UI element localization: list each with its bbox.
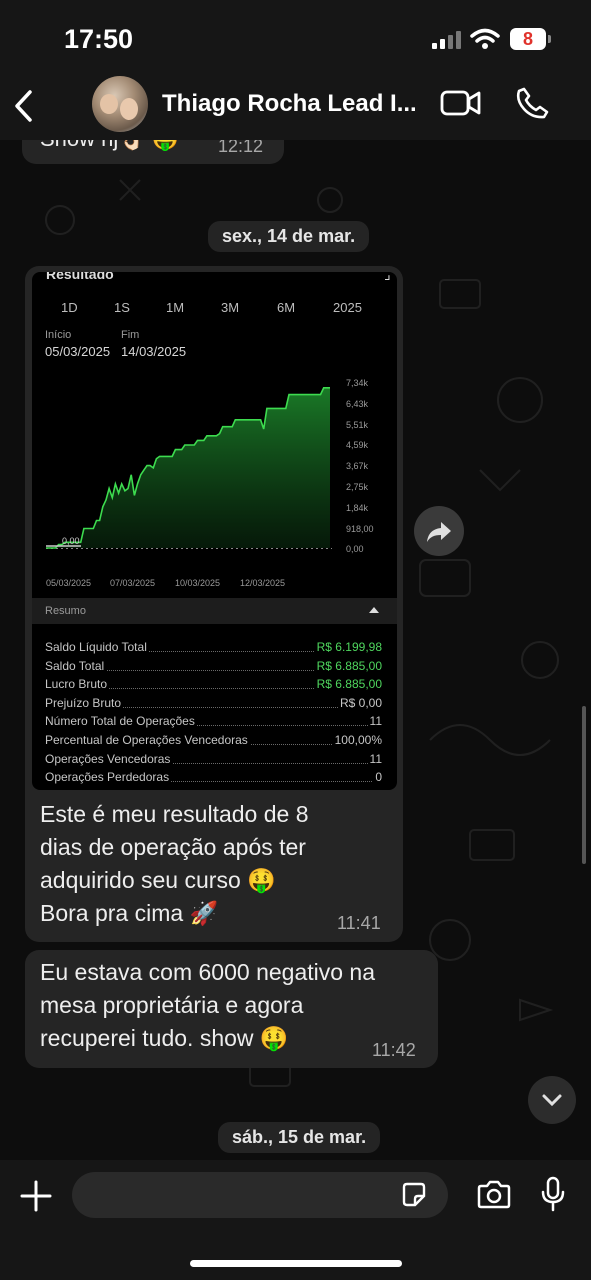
message-input[interactable]: [72, 1172, 448, 1218]
caption-text: Este é meu resultado de 8 dias de operaç…: [40, 798, 309, 930]
summary-row-value: R$ 6.885,00: [314, 677, 382, 692]
summary-row-label: Operações Perdedoras: [45, 770, 172, 785]
tab-1s[interactable]: 1S: [114, 300, 130, 315]
tab-2025[interactable]: 2025: [333, 300, 362, 315]
summary-row: Saldo Líquido Total R$ 6.199,98: [45, 640, 382, 658]
summary-row-value: R$ 0,00: [337, 695, 382, 710]
sticker-icon[interactable]: [400, 1181, 428, 1209]
end-label: Fim: [121, 329, 140, 341]
x-tick-label: 10/03/2025: [175, 578, 221, 588]
message-line: mesa proprietária e agora: [40, 992, 304, 1018]
message-line: recuperei tudo. show 🤑: [40, 1025, 289, 1051]
start-date: 05/03/2025: [45, 344, 111, 359]
back-icon[interactable]: [12, 86, 36, 126]
tab-1d[interactable]: 1D: [61, 300, 78, 315]
scroll-down-button[interactable]: [528, 1076, 576, 1124]
y-tick-label: 0,00: [346, 544, 364, 555]
y-tick-label: 1,84k: [346, 502, 369, 513]
y-tick-label: 3,67k: [346, 461, 369, 472]
signal-icon: [432, 31, 461, 49]
summary-row-label: Prejuízo Bruto: [45, 695, 124, 710]
camera-icon[interactable]: [476, 1180, 512, 1210]
phone-icon[interactable]: [516, 86, 550, 120]
summary-row-label: Lucro Bruto: [45, 677, 110, 692]
summary-row-value: 100,00%: [332, 733, 382, 747]
summary-row-value: 0: [373, 770, 382, 785]
tab-6m[interactable]: 6M: [277, 300, 295, 315]
caption-line: Bora pra cima 🚀: [40, 900, 219, 926]
summary-row-label: Saldo Líquido Total: [45, 640, 149, 654]
summary-row: Saldo Total R$ 6.885,00: [45, 658, 382, 677]
summary-row-value: 11: [367, 751, 382, 766]
zero-marker-label: 0,00: [62, 536, 80, 546]
summary-row-label: Saldo Total: [45, 658, 107, 673]
collapse-icon[interactable]: [369, 607, 379, 613]
summary-row-label: Número Total de Operações: [45, 714, 197, 729]
chart-area: [46, 387, 330, 548]
y-tick-label: 918,00: [346, 523, 374, 534]
battery-icon: 8: [510, 28, 551, 50]
message-time: 11:42: [372, 1040, 416, 1060]
summary-header[interactable]: Resumo: [32, 598, 397, 624]
message-text: Eu estava com 6000 negativo na mesa prop…: [40, 956, 375, 1055]
composer-bar: [0, 1160, 591, 1280]
caption-line: Este é meu resultado de 8: [40, 801, 309, 827]
equity-chart: [46, 387, 332, 549]
y-tick-label: 7,34k: [346, 378, 369, 388]
summary-row: Número Total de Operações 11: [45, 714, 382, 732]
message-line: Eu estava com 6000 negativo na: [40, 959, 376, 985]
chevron-down-icon: [542, 1094, 562, 1107]
end-date: 14/03/2025: [121, 344, 187, 359]
y-tick-label: 6,43k: [346, 398, 369, 409]
caption-time: 11:41: [337, 913, 381, 933]
y-tick-label: 5,51k: [346, 419, 369, 430]
status-time: 17:50: [64, 24, 134, 54]
date-separator: sex., 14 de mar.: [208, 221, 370, 252]
forward-icon: [427, 522, 451, 542]
wifi-icon: [470, 28, 500, 49]
tab-3m[interactable]: 3M: [221, 300, 239, 315]
x-tick-label: 05/03/2025: [46, 578, 92, 588]
summary-row-value: 11: [367, 714, 382, 729]
scrollbar[interactable]: [582, 706, 586, 864]
summary-row-value: R$ 6.885,00: [314, 658, 382, 673]
forward-button[interactable]: [414, 506, 464, 556]
caption-line: dias de operação após ter: [40, 834, 306, 860]
home-indicator: [190, 1260, 402, 1267]
tab-1m[interactable]: 1M: [166, 300, 184, 315]
screenshot-header: Resultado: [46, 272, 114, 282]
summary-row-value: R$ 6.199,98: [314, 640, 382, 654]
video-call-icon[interactable]: [440, 88, 482, 118]
top-bar: 17:50 8 Thiago Rocha Lead I...: [0, 0, 591, 140]
summary-row: Operações Vencedoras 11: [45, 751, 382, 770]
start-label: Início: [45, 329, 72, 341]
avatar[interactable]: [92, 76, 148, 132]
contact-name[interactable]: Thiago Rocha Lead I...: [162, 90, 422, 118]
summary-row-label: Percentual de Operações Vencedoras: [45, 733, 250, 747]
chat-screen: Show hj👌🏻 🤑 12:12 sex., 14 de mar. Resul…: [0, 0, 591, 1280]
caption-line: adquirido seu curso 🤑: [40, 867, 276, 893]
microphone-icon[interactable]: [540, 1176, 566, 1214]
summary-row: Operações Perdedoras 0: [45, 770, 382, 788]
x-tick-label: 12/03/2025: [240, 578, 286, 588]
date-separator: sáb., 15 de mar.: [218, 1122, 381, 1153]
plus-icon[interactable]: [20, 1180, 52, 1212]
shared-screenshot[interactable]: Resultado ⌟ 1D 1S 1M 3M 6M 2025 Início F…: [32, 272, 397, 790]
x-tick-label: 07/03/2025: [110, 578, 156, 588]
y-tick-label: 2,75k: [346, 482, 369, 492]
summary-row: Prejuízo Bruto R$ 0,00: [45, 695, 382, 714]
summary-row-label: Operações Vencedoras: [45, 751, 173, 766]
summary-label: Resumo: [45, 605, 86, 617]
screenshot-header-icon: ⌟: [384, 272, 391, 282]
y-tick-label: 4,59k: [346, 440, 369, 451]
summary-row: Lucro Bruto R$ 6.885,00: [45, 677, 382, 695]
summary-row: Percentual de Operações Vencedoras 100,00…: [45, 733, 382, 751]
